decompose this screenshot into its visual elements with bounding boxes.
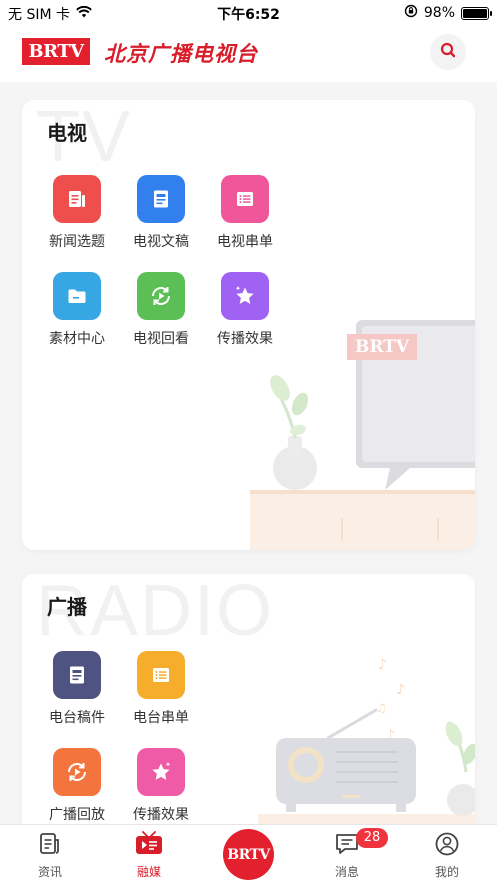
tab-label: 资讯 bbox=[37, 865, 62, 879]
tile-label: 电台串单 bbox=[133, 710, 189, 726]
tile-label: 电台稿件 bbox=[49, 710, 105, 726]
search-button[interactable] bbox=[430, 34, 466, 70]
svg-text:♪: ♪ bbox=[378, 657, 387, 673]
search-icon bbox=[440, 42, 456, 62]
message-icon bbox=[334, 834, 360, 861]
radio-illustration: ♪ ♪ ♫ ♪ bbox=[258, 657, 475, 834]
tile-radio-rundown[interactable]: 电台串单 bbox=[123, 651, 199, 727]
brtv-center-button[interactable]: BRTV bbox=[223, 829, 274, 880]
document-icon bbox=[137, 175, 185, 223]
tile-radio-effect[interactable]: 传播效果 bbox=[123, 748, 199, 824]
radio-section-title: 广播 bbox=[47, 595, 87, 619]
svg-text:♪: ♪ bbox=[396, 682, 405, 698]
replay-icon bbox=[137, 272, 185, 320]
tile-label: 电视回看 bbox=[133, 331, 189, 347]
battery-icon bbox=[461, 6, 492, 20]
list-icon bbox=[137, 651, 185, 699]
manuscript-icon bbox=[53, 651, 101, 699]
news-topic-icon bbox=[53, 175, 101, 223]
tab-label: 消息 bbox=[334, 865, 359, 879]
tile-label: 传播效果 bbox=[133, 807, 189, 823]
bottom-tab-bar: 资讯 融媒 BRTV 消息 28 我的 bbox=[0, 824, 497, 883]
tab-media[interactable]: 融媒 bbox=[114, 831, 184, 880]
tv-screen-logo: BRTV bbox=[347, 334, 417, 360]
radio-section-card: RADIO 广播 ♪ ♪ ♫ ♪ 电台稿件 电台串单 广播回放 传播效果 bbox=[22, 574, 475, 834]
brtv-logo: BRTV bbox=[22, 38, 90, 65]
tile-radio-replay[interactable]: 广播回放 bbox=[39, 748, 115, 824]
media-icon bbox=[134, 831, 164, 861]
tab-news[interactable]: 资讯 bbox=[15, 831, 85, 880]
app-header: BRTV 北京广播电视台 bbox=[0, 26, 497, 82]
profile-icon bbox=[434, 832, 460, 861]
orientation-lock-icon bbox=[404, 4, 418, 22]
tile-label: 素材中心 bbox=[49, 331, 105, 347]
news-icon bbox=[37, 833, 63, 861]
tab-profile[interactable]: 我的 bbox=[412, 831, 482, 880]
list-icon bbox=[221, 175, 269, 223]
status-bar: 无 SIM 卡 下午6:52 98% bbox=[0, 0, 497, 26]
tile-label: 传播效果 bbox=[217, 331, 273, 347]
tile-news-topic[interactable]: 新闻选题 bbox=[39, 175, 115, 251]
brand-name: 北京广播电视台 bbox=[104, 41, 258, 66]
folder-icon bbox=[53, 272, 101, 320]
svg-text:♫: ♫ bbox=[376, 701, 387, 715]
tile-tv-effect[interactable]: 传播效果 bbox=[207, 272, 283, 348]
battery-percent: 98% bbox=[423, 5, 455, 21]
tile-radio-manuscript[interactable]: 电台稿件 bbox=[39, 651, 115, 727]
tab-label: 融媒 bbox=[136, 865, 161, 879]
tile-material-center[interactable]: 素材中心 bbox=[39, 272, 115, 348]
tile-label: 电视串单 bbox=[217, 234, 273, 250]
tile-label: 新闻选题 bbox=[49, 234, 105, 250]
star-icon bbox=[221, 272, 269, 320]
tv-section-title: 电视 bbox=[47, 121, 87, 145]
star-icon bbox=[137, 748, 185, 796]
tab-label: 我的 bbox=[434, 865, 459, 879]
message-badge: 28 bbox=[356, 828, 388, 848]
replay-icon bbox=[53, 748, 101, 796]
tile-tv-replay[interactable]: 电视回看 bbox=[123, 272, 199, 348]
tile-label: 广播回放 bbox=[49, 807, 105, 823]
tile-label: 电视文稿 bbox=[133, 234, 189, 250]
tv-section-card: TV 电视 BRTV 新闻选题 电视文稿 电视串单 素材中心 电视回看 传播效果 bbox=[22, 100, 475, 550]
tile-tv-manuscript[interactable]: 电视文稿 bbox=[123, 175, 199, 251]
tile-tv-rundown[interactable]: 电视串单 bbox=[207, 175, 283, 251]
